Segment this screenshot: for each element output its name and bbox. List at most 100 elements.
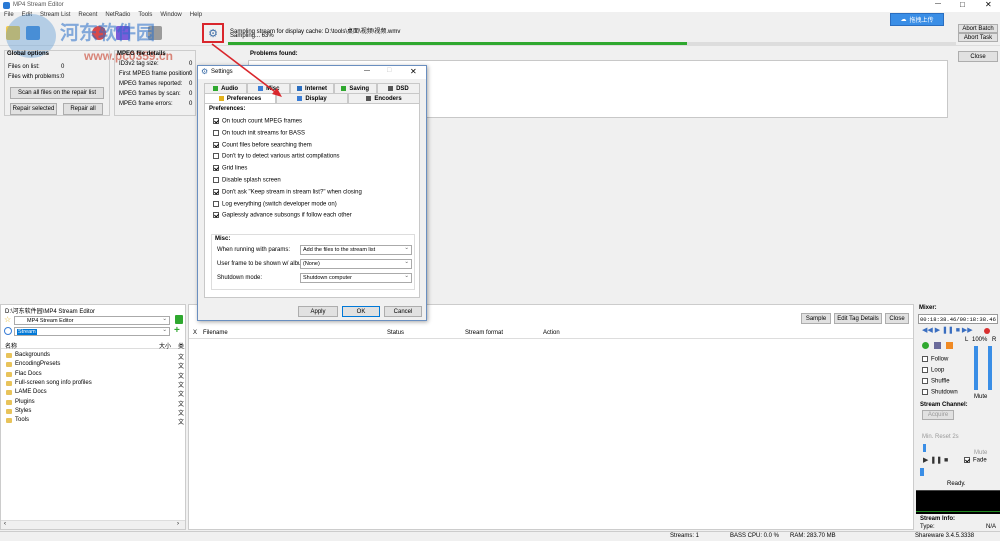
stream-column-header[interactable]: Status [387,330,404,336]
column-name[interactable]: 名称 [5,341,17,350]
horizontal-scrollbar[interactable]: ‹ › [1,520,185,529]
repair-selected-button[interactable]: Repair selected [10,103,57,115]
preference-checkbox[interactable]: On touch count MPEG frames [213,118,302,125]
preference-checkbox[interactable]: Gaplessly advance subsongs if follow eac… [213,212,352,219]
refresh-icon[interactable] [4,327,12,335]
playback-controls-icon[interactable]: ◀◀ ▶ ❚❚ ■ ▶▶ [922,326,973,334]
favorite-icon[interactable]: ☆ [4,316,12,324]
toolbar: ⚙ Sampling stream for display cache: D:\… [0,13,1000,63]
fade-checkbox[interactable]: Fade [964,457,987,464]
volume-slider-right[interactable] [988,346,992,390]
shutdown-checkbox[interactable]: Shutdown [922,389,958,396]
filter-icon[interactable] [175,315,183,324]
misc-select[interactable]: Add the files to the stream list [300,245,412,255]
folder-item[interactable]: Styles 文 [1,408,185,417]
folder-icon [6,380,12,386]
abort-batch-button[interactable]: Abort Batch [958,24,998,33]
misc-select[interactable]: (None) [300,259,412,269]
folder-item[interactable]: Backgrounds 文 [1,352,185,361]
mixer-rss-icon[interactable] [946,342,953,349]
preference-checkbox[interactable]: Don't ask "Keep stream in stream list?" … [213,188,362,195]
checkbox-box[interactable] [213,153,219,160]
scroll-left-icon[interactable]: ‹ [4,521,6,527]
checkbox-box[interactable] [213,141,219,148]
settings-close-icon[interactable]: ✕ [410,67,417,76]
checkbox-box[interactable] [213,188,219,195]
misc-header: Misc: [215,236,231,242]
misc-select[interactable]: Shutdown computer [300,273,412,283]
channel-slider[interactable] [923,444,926,452]
follow-checkbox[interactable]: Follow [922,356,948,363]
ok-button[interactable]: OK [342,306,380,317]
menu-item[interactable]: Window [160,12,181,22]
settings-tab[interactable]: Display [276,93,348,103]
scroll-right-icon[interactable]: › [177,521,179,527]
checkbox-box[interactable] [213,177,219,183]
checkbox-box[interactable] [213,200,219,207]
mpeg-row-value: 0 [189,71,193,77]
problems-close-button[interactable]: Close [958,51,998,62]
repair-all-button[interactable]: Repair all [63,103,103,115]
stream-column-header[interactable]: Stream format [465,330,503,336]
checkbox-box[interactable] [213,165,219,172]
preference-checkbox[interactable]: Grid lines [213,165,247,172]
acquire-button[interactable]: Acquire [922,410,954,420]
settings-maximize-icon[interactable]: □ [387,67,391,74]
checkbox-box[interactable] [213,212,219,219]
folder-item[interactable]: Flac Docs 文 [1,371,185,380]
column-size[interactable]: 大小 [159,341,171,350]
streams-close-button[interactable]: Close [885,313,909,324]
settings-minimize-icon[interactable]: — [364,68,370,74]
abort-task-button[interactable]: Abort Task [958,33,998,42]
settings-icon[interactable]: ⚙ [202,23,224,43]
column-type[interactable]: 类 [178,341,184,350]
settings-tab[interactable]: Preferences [204,93,276,103]
folder-item[interactable]: Tools 文 [1,417,185,426]
folder-combo[interactable]: MP4 Stream Editor [14,316,170,325]
upload-button[interactable]: ☁ 拖拽上传 [890,13,944,26]
minimize-icon[interactable]: — [935,1,941,7]
settings-tab[interactable]: Saving [333,83,377,93]
settings-tab[interactable]: Misc [247,83,291,93]
mixer-ok-icon[interactable] [922,342,929,349]
checkbox-box[interactable] [213,118,219,124]
files-on-list-value: 0 [61,64,65,70]
folder-item[interactable]: EncodingPresets 文 [1,361,185,370]
folder-item[interactable]: Plugins 文 [1,399,185,408]
loop-checkbox[interactable]: Loop [922,367,944,374]
stream-column-header[interactable]: X [193,330,197,336]
settings-tab[interactable]: DSD [376,83,421,93]
cancel-button[interactable]: Cancel [384,306,422,317]
stream-column-header[interactable]: Filename [203,330,228,336]
add-icon[interactable]: + [174,326,180,336]
checkbox-box[interactable] [213,129,219,136]
maximize-icon[interactable]: □ [960,0,965,9]
sample-button[interactable]: Sample [801,313,831,324]
folder-name: Styles [15,407,32,414]
apply-button[interactable]: Apply [298,306,338,317]
folder-item[interactable]: Full-screen song info profiles 文 [1,380,185,389]
settings-tab[interactable]: Audio [204,83,248,93]
preference-checkbox[interactable]: Log everything (switch developer mode on… [213,200,337,207]
folder-item[interactable]: LAME Docs 文 [1,389,185,398]
record-icon[interactable] [984,328,990,334]
position-slider[interactable] [920,468,924,476]
close-window-icon[interactable]: ✕ [985,0,992,9]
mixer-list-icon[interactable] [934,342,941,349]
settings-tab[interactable]: Encoders [348,93,420,103]
preference-checkbox[interactable]: Don't try to detect various artist compi… [213,153,340,160]
mixer-mute[interactable]: Mute [974,394,987,400]
preference-checkbox[interactable]: Count files before searching them [213,141,312,148]
shuffle-checkbox[interactable]: Shuffle [922,378,950,385]
volume-slider-left[interactable] [974,346,978,390]
scan-all-button[interactable]: Scan all files on the repair list [10,87,104,99]
preference-checkbox[interactable]: Disable splash screen [213,177,281,184]
tab-icon [258,86,264,91]
menu-item[interactable]: Help [190,12,202,22]
preference-checkbox[interactable]: On touch init streams for BASS [213,129,305,136]
channel-controls-icon[interactable]: ▶ ❚❚ ■ [923,456,948,464]
stream-column-header[interactable]: Action [543,330,560,336]
filter-combo[interactable]: Stream [14,327,170,336]
settings-tab[interactable]: Internet [290,83,334,93]
edit-tag-button[interactable]: Edit Tag Details [834,313,882,324]
